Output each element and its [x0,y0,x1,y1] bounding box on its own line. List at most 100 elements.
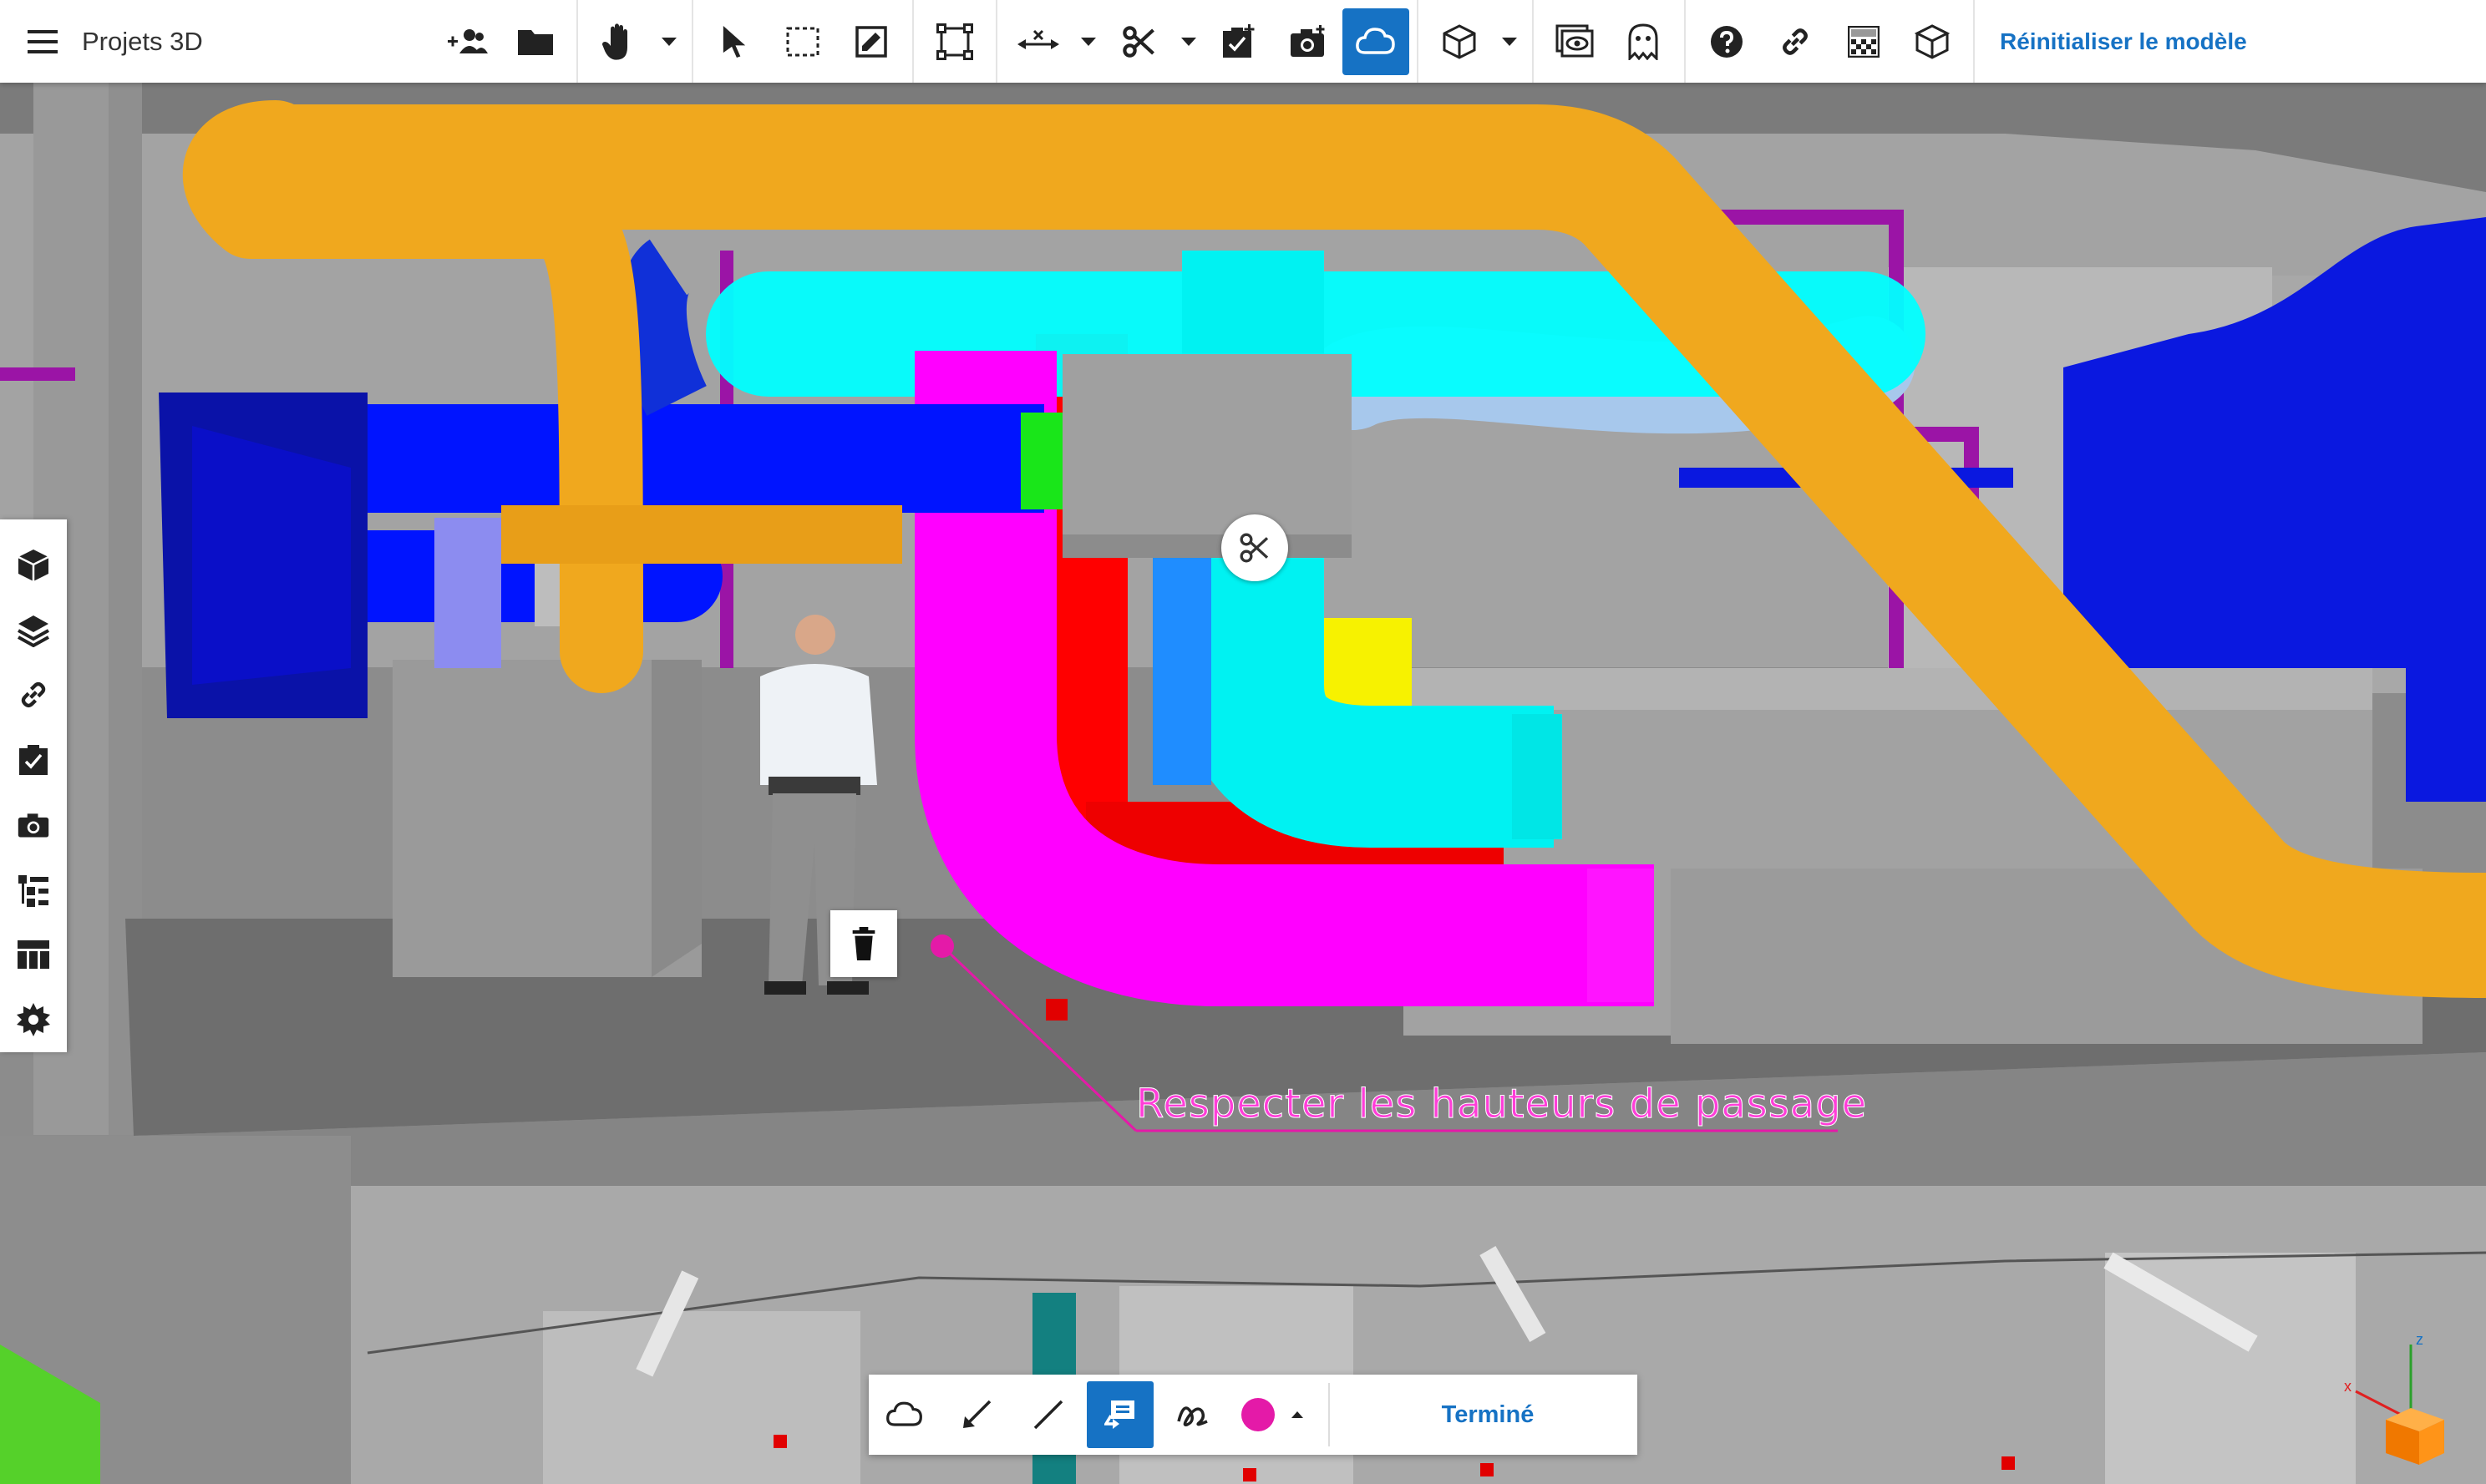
sidebar-item-models[interactable] [0,533,67,598]
pan-button[interactable] [585,0,653,83]
x-axis-label: x [2344,1378,2352,1395]
top-toolbar: Projets 3D Réinitialiser le modèle [0,0,2486,83]
trash-icon [852,927,875,960]
marker-red-1 [774,1435,787,1448]
share-users-button[interactable] [433,0,501,83]
ghost-mode-button[interactable] [1609,0,1677,83]
add-task-button[interactable] [1205,0,1273,83]
toolbar-separator [1973,0,1975,83]
sidebar-item-layers[interactable] [0,598,67,663]
tree-icon [18,874,48,907]
caret-down-icon [1502,37,1517,46]
folder-icon [518,29,553,55]
box-select-button[interactable] [769,0,837,83]
fit-view-button[interactable] [921,0,989,83]
reset-model-button[interactable]: Réinitialiser le modèle [2000,28,2247,55]
sidebar-item-links[interactable] [0,663,67,728]
arrow-tool-button[interactable] [941,1375,1012,1455]
toolbar-separator [996,0,997,83]
checklist-icon [1223,23,1255,58]
annotation-label[interactable]: Respecter les hauteurs de passage [1135,1081,1867,1128]
blue-column-pipe [619,239,708,416]
menu-icon [28,29,58,53]
markup-cloud-button[interactable] [1342,0,1410,83]
active-indicator [1342,8,1409,75]
toolbar-separator [1684,0,1686,83]
view-cube-button[interactable] [1425,0,1494,83]
open-folder-button[interactable] [501,0,570,83]
select-icon [723,25,746,58]
caret-down-icon [1081,37,1096,46]
toolbar-separator [1328,1383,1330,1446]
visibility-button[interactable] [1540,0,1609,83]
3d-viewport[interactable] [0,0,2486,1484]
marker-red-4 [2001,1456,2015,1470]
marker-red-2 [1243,1468,1256,1481]
line-tool-button[interactable] [1012,1375,1084,1455]
cyan-duct-end [1512,714,1562,839]
left-sidebar [0,519,67,1052]
blue-panel [1153,551,1211,785]
lavender-pipe [434,518,501,668]
cloud-shape-button[interactable] [869,1375,941,1455]
sidebar-item-snapshots[interactable] [0,793,67,858]
cloud-icon [1356,27,1395,54]
active-indicator [1087,1381,1154,1448]
link-icon [1783,28,1808,55]
section-cut-handle[interactable] [1221,514,1288,581]
model-icon [1915,23,1950,59]
sidebar-item-tree[interactable] [0,858,67,923]
measure-button[interactable] [1004,0,1073,83]
camera-icon [18,813,49,838]
red-marker [1046,999,1068,1021]
markup-toolbar: Terminé [869,1375,1637,1455]
freehand-tool-button[interactable] [1156,1375,1228,1455]
toolbar-separator [1532,0,1534,83]
edit-button[interactable] [837,0,906,83]
settings-icon [17,1003,50,1037]
done-button[interactable]: Terminé [1338,1375,1637,1455]
cube-icon [1443,23,1476,59]
toolbar-separator [576,0,578,83]
sidebar-item-table[interactable] [0,923,67,988]
app-title: Projets 3D [82,26,203,56]
section-cut-dropdown[interactable] [1173,0,1205,83]
view-cube-dropdown[interactable] [1494,0,1525,83]
section-cut-button[interactable] [1104,0,1173,83]
link-button[interactable] [1761,0,1829,83]
grid-button[interactable] [1829,0,1898,83]
pan-dropdown[interactable] [653,0,685,83]
grid-icon [1848,25,1880,58]
table-icon [18,940,49,970]
text-callout-button[interactable] [1084,1375,1156,1455]
central-gray-box [1063,354,1352,558]
menu-button[interactable] [13,0,72,83]
sidebar-item-tasks[interactable] [0,727,67,793]
measure-icon [1017,29,1059,49]
checklist-icon [19,745,48,776]
lower-column-1 [543,1311,860,1484]
box-select-icon [786,27,819,56]
arrow-icon [963,1400,992,1428]
central-gray-box-side [1063,534,1352,558]
green-coupling [1021,413,1063,509]
marker-red-3 [1480,1463,1494,1476]
color-swatch-icon [1241,1398,1303,1431]
toolbar-separator [692,0,693,83]
select-button[interactable] [700,0,769,83]
blue-diffuser-face [192,426,351,685]
snapshot-button[interactable] [1273,0,1342,83]
sidebar-item-settings[interactable] [0,987,67,1052]
blue-duct [351,404,1044,513]
help-button[interactable] [1692,0,1761,83]
freehand-icon [1177,1406,1208,1427]
model-button[interactable] [1898,0,1966,83]
measure-dropdown[interactable] [1073,0,1104,83]
equipment-box-right-top [1403,668,2372,710]
delete-annotation-button[interactable] [830,910,897,977]
layers-icon [18,615,49,647]
magenta-duct-end [1587,869,1654,1002]
color-picker-button[interactable] [1228,1375,1320,1455]
navigation-cube[interactable]: z x [2344,1328,2469,1470]
cube-icon [18,549,49,581]
